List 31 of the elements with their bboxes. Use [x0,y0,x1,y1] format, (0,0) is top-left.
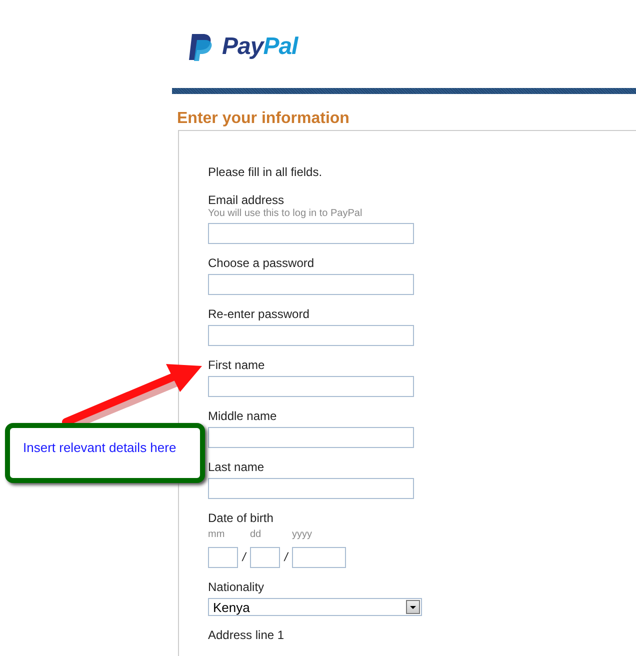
hint-text: You will use this to log in to PayPal [208,208,364,220]
field-label: Date of birth [208,511,274,525]
date-separator: / [240,549,248,566]
caret-icon [406,600,420,614]
date-hint: mm [208,529,226,541]
input-field[interactable] [208,427,414,448]
date-hint: dd [250,529,262,541]
instruction-text: Please fill in all fields. [208,165,324,179]
callout-text: Insert relevant details here [23,440,176,455]
field-label: Nationality [208,580,266,594]
date-field[interactable] [208,547,238,568]
input-field[interactable] [208,376,414,397]
date-separator: / [282,549,290,566]
field-label: First name [208,358,266,372]
date-hint: yyyy [292,529,313,541]
logo-icon [188,32,214,62]
date-field[interactable] [250,547,280,568]
field-label: Choose a password [208,256,316,270]
date-field[interactable] [292,547,346,568]
input-field[interactable] [208,325,414,346]
field-label: Last name [208,460,266,474]
input-field[interactable] [208,478,414,499]
logo-text: PayPal [222,33,298,61]
input-field[interactable] [208,274,414,295]
input-field[interactable] [208,223,414,244]
field-label: Email address [208,193,286,207]
field-label: Re-enter password [208,307,310,321]
section-heading: Enter your information [177,110,350,128]
field-label: Middle name [208,409,278,423]
nationality-dropdown[interactable]: Kenya [208,598,422,616]
field-label: Address line 1 [208,628,286,642]
